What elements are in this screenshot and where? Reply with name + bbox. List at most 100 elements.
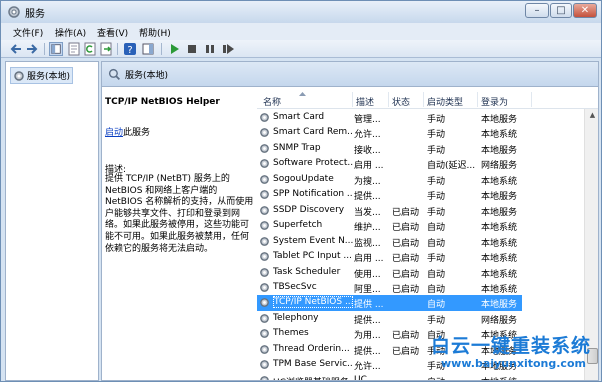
menu-action[interactable]: 操作(A): [55, 26, 86, 39]
service-name-cell: Thread Orderin...: [273, 343, 350, 354]
menu-help[interactable]: 帮助(H): [139, 26, 171, 39]
service-description-cell: 接收...: [354, 145, 381, 156]
service-startup-cell: 自动: [427, 269, 446, 280]
service-logon-cell: 本地系统: [481, 238, 518, 249]
service-status-cell: 已启动: [392, 207, 420, 218]
service-name-cell: System Event N...: [273, 235, 353, 246]
column-header-startup-type[interactable]: 启动类型: [427, 95, 463, 108]
table-row-selected[interactable]: TCP/IP NetBIOS ... 提供 ... 自动 本地服务: [257, 295, 522, 311]
column-header-description[interactable]: 描述: [356, 95, 374, 108]
gear-icon: [260, 329, 269, 339]
table-row[interactable]: SSDP Discovery 当发... 已启动 手动 本地服务: [257, 203, 592, 218]
table-row[interactable]: Software Protect... 启用 ... 自动(延迟... 网络服务: [257, 156, 592, 171]
svg-text:?: ?: [127, 45, 132, 56]
service-logon-cell: 本地服务: [481, 207, 518, 218]
menu-file[interactable]: 文件(F): [13, 26, 43, 39]
service-logon-cell: 本地系统: [481, 223, 518, 234]
gear-icon: [260, 298, 269, 308]
table-row[interactable]: TBSecSvc 阿里... 已启动 自动 本地系统: [257, 280, 592, 295]
tree-node-label: 服务(本地): [27, 72, 71, 82]
restart-service-icon[interactable]: [221, 42, 235, 56]
table-row[interactable]: Tablet PC Input ... 启用 ... 已启动 手动 本地系统: [257, 249, 592, 264]
service-description-cell: 监视...: [354, 238, 381, 249]
table-row[interactable]: System Event N... 监视... 已启动 自动 本地系统: [257, 234, 592, 249]
service-description-cell: 提供...: [354, 346, 381, 357]
export-list-icon[interactable]: [99, 42, 113, 56]
close-button[interactable]: ✕: [573, 3, 597, 18]
column-divider[interactable]: [477, 92, 478, 107]
column-header-status[interactable]: 状态: [392, 95, 410, 108]
forward-icon[interactable]: [25, 42, 39, 56]
service-name-cell: SNMP Trap: [273, 142, 321, 153]
gear-icon: [260, 344, 269, 354]
services-window: 服务 – □ ✕ 文件(F) 操作(A) 查看(V) 帮助(H) ? 服务(本地…: [0, 0, 602, 382]
title-bar[interactable]: 服务 – □ ✕: [1, 1, 601, 23]
service-description-cell: UC...: [354, 374, 376, 381]
toolbar-separator: [161, 43, 162, 55]
column-divider[interactable]: [352, 92, 353, 107]
service-startup-cell: 手动: [427, 254, 446, 265]
help-icon[interactable]: ?: [123, 42, 137, 56]
service-description-cell: 提供...: [354, 192, 381, 203]
column-divider[interactable]: [531, 92, 532, 107]
table-row[interactable]: SPP Notification ... 提供... 手动 本地服务: [257, 187, 592, 202]
column-header-name[interactable]: 名称: [263, 95, 281, 108]
back-icon[interactable]: [9, 42, 23, 56]
start-service-icon[interactable]: [167, 42, 181, 56]
selected-service-name: TCP/IP NetBIOS Helper: [105, 97, 220, 107]
tree-node-services-local[interactable]: 服务(本地): [10, 67, 74, 84]
service-logon-cell: 网络服务: [481, 161, 518, 172]
service-startup-cell: 自动: [427, 238, 446, 249]
gear-icon: [260, 313, 269, 323]
service-description-cell: 允许...: [354, 130, 381, 141]
gear-icon: [260, 360, 269, 370]
service-startup-cell: 自动(延迟...: [427, 161, 476, 172]
table-row[interactable]: Smart Card 管理... 手动 本地服务: [257, 110, 592, 125]
table-row[interactable]: SNMP Trap 接收... 手动 本地服务: [257, 141, 592, 156]
service-description-cell: 为用...: [354, 331, 381, 342]
service-name-cell: TBSecSvc: [273, 281, 317, 292]
gear-icon: [260, 174, 269, 184]
service-description-cell: 提供 ...: [354, 300, 384, 311]
gear-icon: [260, 128, 269, 138]
service-name-cell: SSDP Discovery: [273, 204, 345, 215]
gear-icon: [260, 252, 269, 261]
pause-service-icon[interactable]: [203, 42, 217, 56]
list-header: 名称 描述 状态 启动类型 登录为: [257, 90, 598, 109]
table-row[interactable]: Smart Card Rem... 允许... 手动 本地系统: [257, 125, 592, 140]
service-logon-cell: 本地服务: [481, 300, 518, 311]
menu-view[interactable]: 查看(V): [97, 26, 128, 39]
service-name-cell: TPM Base Servic...: [273, 359, 353, 370]
table-row[interactable]: Task Scheduler 使用... 已启动 自动 本地系统: [257, 265, 592, 280]
table-row[interactable]: SogouUpdate 为搜... 手动 本地系统: [257, 172, 592, 187]
service-description: 提供 TCP/IP (NetBT) 服务上的 NetBIOS 和网络上客户端的 …: [105, 174, 254, 254]
service-name-cell: Tablet PC Input ...: [273, 251, 352, 262]
column-header-log-on-as[interactable]: 登录为: [481, 95, 508, 108]
stop-service-icon[interactable]: [185, 42, 199, 56]
column-divider[interactable]: [388, 92, 389, 107]
action-pane-icon[interactable]: [141, 42, 155, 56]
service-logon-cell: 本地服务: [481, 115, 518, 125]
service-logon-cell: 本地系统: [481, 130, 518, 141]
service-name-cell: Telephony: [273, 312, 319, 323]
minimize-button[interactable]: –: [525, 3, 549, 18]
service-status-cell: 已启动: [392, 223, 420, 234]
panel-header: 服务(本地): [102, 62, 598, 87]
table-row[interactable]: Telephony 提供... 手动 网络服务: [257, 311, 592, 326]
gear-icon: [260, 283, 269, 292]
service-startup-cell: 手动: [427, 130, 446, 141]
column-divider[interactable]: [423, 92, 424, 107]
service-description-cell: 为搜...: [354, 176, 381, 187]
toolbar-separator: [117, 43, 118, 55]
scroll-up-arrow-icon[interactable]: ▲: [587, 111, 598, 121]
service-name-cell: UC浏览器基础服务: [273, 375, 353, 380]
service-startup-cell: 手动: [427, 192, 446, 203]
refresh-icon[interactable]: [83, 42, 97, 56]
service-logon-cell: 网络服务: [481, 315, 518, 326]
service-name-cell: SogouUpdate: [273, 173, 334, 184]
properties-icon[interactable]: [67, 42, 81, 56]
table-row[interactable]: Superfetch 维护... 已启动 自动 本地系统: [257, 218, 592, 233]
start-service-link[interactable]: 启动: [105, 128, 123, 138]
maximize-button[interactable]: □: [550, 3, 572, 18]
console-tree-icon[interactable]: [49, 42, 63, 56]
